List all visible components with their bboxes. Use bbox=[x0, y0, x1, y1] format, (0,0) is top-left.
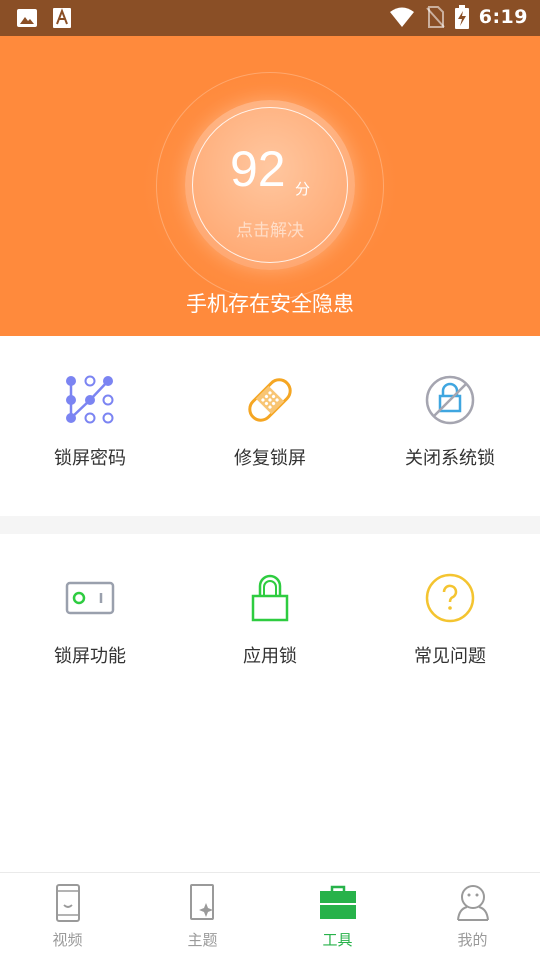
no-sim-icon bbox=[425, 6, 445, 28]
nav-theme[interactable]: 主题 bbox=[135, 873, 270, 960]
nav-profile[interactable]: 我的 bbox=[405, 873, 540, 960]
profile-icon bbox=[456, 885, 489, 921]
wifi-icon bbox=[389, 7, 414, 27]
toolbox-icon bbox=[319, 885, 356, 919]
video-phone-icon bbox=[55, 884, 80, 922]
nav-tools[interactable]: 工具 bbox=[270, 873, 405, 960]
battery-charging-icon bbox=[454, 5, 469, 29]
nav-label: 主题 bbox=[187, 931, 218, 949]
lock-disabled-icon bbox=[425, 375, 475, 425]
tool-lock-features[interactable]: 锁屏功能 bbox=[0, 534, 180, 714]
nav-video[interactable]: 视频 bbox=[0, 873, 135, 960]
question-icon bbox=[425, 573, 475, 623]
tool-lock-password[interactable]: 锁屏密码 bbox=[0, 336, 180, 516]
section-divider bbox=[0, 516, 540, 534]
tools-row-2: 锁屏功能 应用锁 常见问题 bbox=[0, 534, 540, 714]
toggle-switch-icon bbox=[65, 581, 115, 615]
tool-app-lock[interactable]: 应用锁 bbox=[180, 534, 360, 714]
tool-faq[interactable]: 常见问题 bbox=[360, 534, 540, 714]
tool-disable-system-lock[interactable]: 关闭系统锁 bbox=[360, 336, 540, 516]
security-score-panel: 92 分 点击解决 手机存在安全隐患 bbox=[0, 36, 540, 336]
clock: 6:19 bbox=[478, 6, 528, 28]
score-button[interactable]: 92 分 点击解决 bbox=[185, 100, 355, 270]
score-value: 92 bbox=[230, 141, 286, 197]
tool-label: 常见问题 bbox=[414, 646, 486, 667]
tool-label: 应用锁 bbox=[243, 646, 297, 667]
tool-label: 修复锁屏 bbox=[234, 448, 306, 469]
font-app-notification-icon bbox=[53, 8, 71, 28]
tool-label: 关闭系统锁 bbox=[405, 448, 495, 469]
nav-label: 工具 bbox=[322, 931, 353, 949]
app-lock-icon bbox=[251, 574, 289, 622]
bandage-icon bbox=[248, 378, 292, 422]
nav-label: 我的 bbox=[457, 931, 488, 949]
theme-icon bbox=[189, 884, 214, 920]
tool-fix-lock[interactable]: 修复锁屏 bbox=[180, 336, 360, 516]
image-notification-icon bbox=[17, 9, 37, 27]
status-bar: 6:19 bbox=[0, 0, 540, 36]
tool-label: 锁屏密码 bbox=[54, 448, 126, 469]
security-status-text: 手机存在安全隐患 bbox=[186, 292, 354, 316]
score-action-label: 点击解决 bbox=[236, 221, 304, 241]
score-unit: 分 bbox=[295, 180, 311, 198]
tools-row-1: 锁屏密码 修复锁屏 关闭系统锁 bbox=[0, 336, 540, 516]
tool-label: 锁屏功能 bbox=[54, 646, 126, 667]
nav-label: 视频 bbox=[52, 931, 83, 949]
pattern-lock-icon bbox=[66, 375, 114, 424]
bottom-navigation: 视频 主题 工具 我的 bbox=[0, 872, 540, 960]
